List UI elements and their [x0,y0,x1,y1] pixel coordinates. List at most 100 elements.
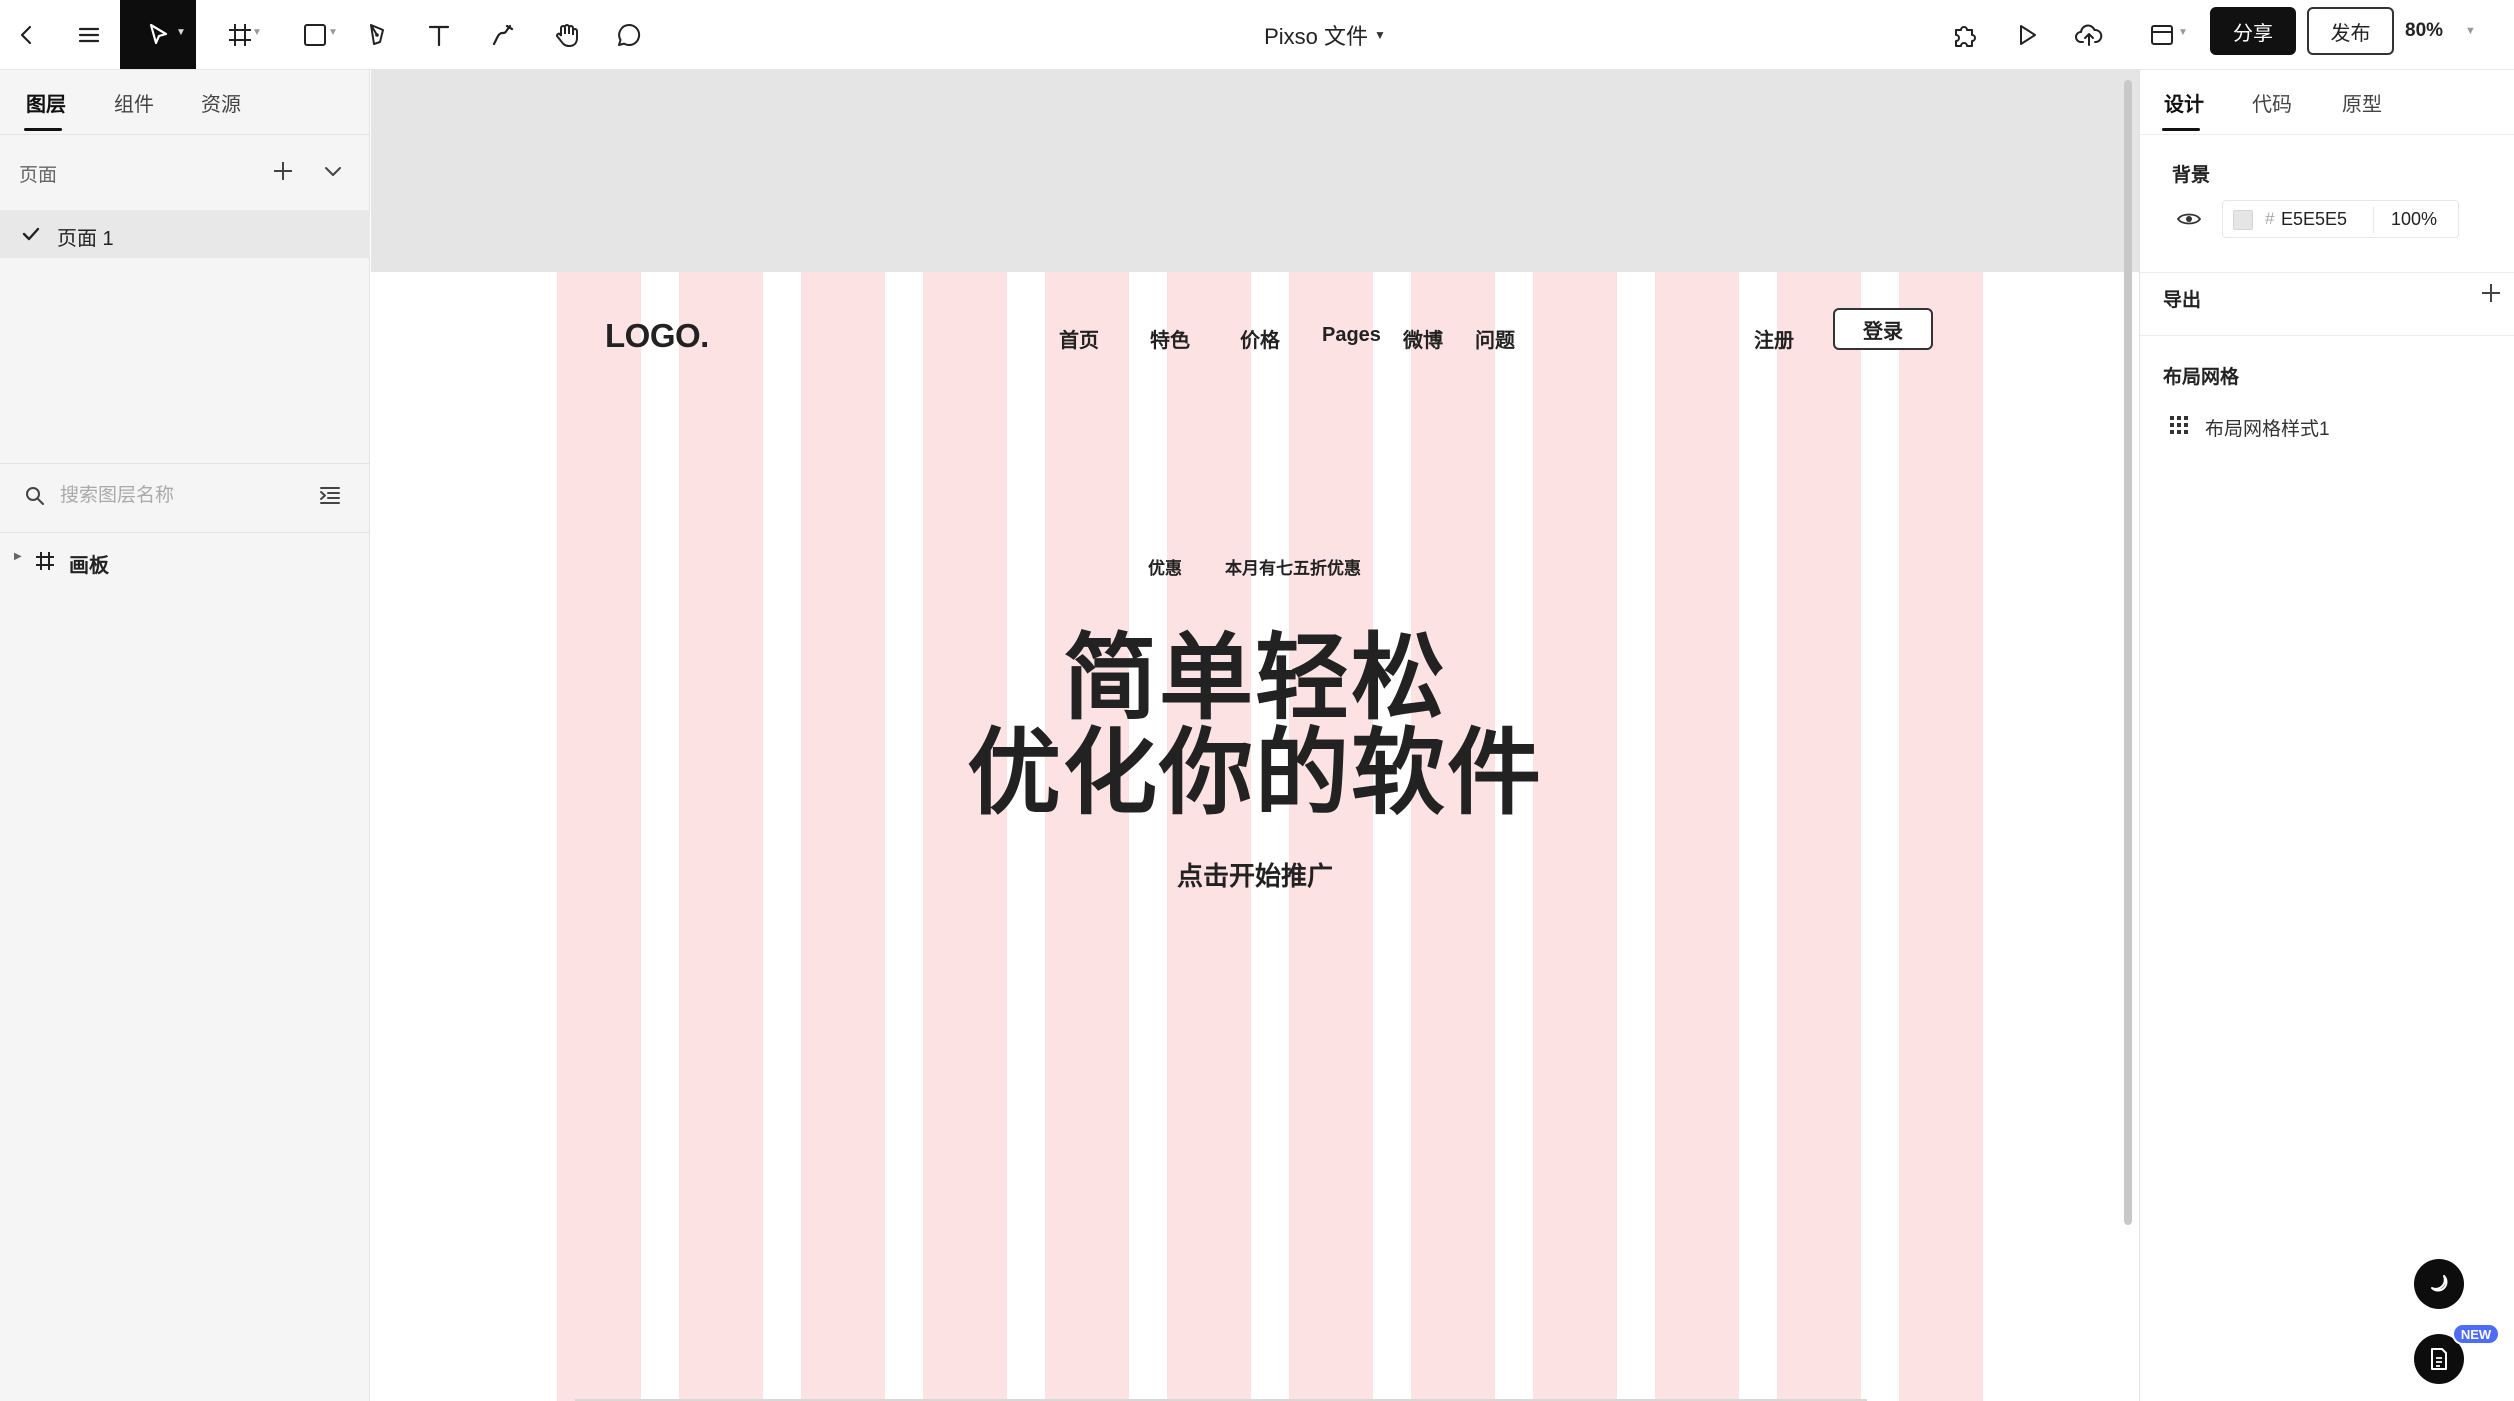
grid-icon [2170,416,2188,434]
pencil-tool-icon[interactable] [482,0,524,69]
layout-grid-style-item[interactable]: 布局网格样式1 [2140,406,2514,446]
divider [0,532,370,533]
tab-design[interactable]: 设计 [2164,88,2204,117]
active-tab-indicator [24,128,62,131]
layout-grid-column [1777,272,1861,1401]
layout-grid-column [1289,272,1373,1401]
layout-grid-column [1045,272,1129,1401]
promo-text: 本月有七五折优惠 [1225,559,1361,578]
frame-icon [36,552,54,570]
divider [2140,272,2514,273]
share-button[interactable]: 分享 [2210,7,2296,55]
layout-grid-column [923,272,1007,1401]
promo-tag: 优惠 [1148,559,1182,578]
pen-tool-icon[interactable] [356,0,398,69]
layout-button[interactable]: ▼ [2134,0,2190,69]
tab-assets[interactable]: 资源 [201,88,241,117]
move-tool-button[interactable]: ▼ [120,0,196,69]
collapse-pages-button[interactable] [318,156,348,186]
signup-link[interactable]: 注册 [1754,324,1794,353]
layer-item[interactable]: ▶ 画板 [0,541,370,581]
plugin-icon[interactable] [1944,0,1986,69]
tab-layers[interactable]: 图层 [26,88,66,117]
layer-search-input[interactable] [60,478,300,514]
nav-link-weibo[interactable]: 微博 [1403,324,1443,353]
nav-link-features[interactable]: 特色 [1150,324,1190,353]
divider [2140,335,2514,336]
hero-heading-line2: 优化你的软件 [966,720,1543,825]
layout-grid-column [1655,272,1739,1401]
layout-icon [2151,24,2173,45]
divider [0,134,370,135]
chevron-down-icon: ▼ [2465,25,2476,37]
hex-prefix: # [2265,209,2275,228]
login-button[interactable]: 登录 [1833,308,1933,350]
hand-tool-icon[interactable] [546,0,588,69]
file-title-text: Pixso 文件 [1264,23,1369,49]
comment-tool-icon[interactable] [608,0,650,69]
canvas[interactable]: LOGO. 首页 特色 价格 Pages 微博 问题 注册 登录 优惠 本月有七… [371,70,2139,1401]
layer-search [0,464,370,528]
chevron-down-icon: ▼ [1374,27,1386,42]
tab-components[interactable]: 组件 [114,88,154,117]
nav-link-pricing[interactable]: 价格 [1240,324,1280,353]
expand-arrow-icon[interactable]: ▶ [14,551,22,562]
frame-tool-icon [229,23,251,46]
moon-icon [2431,1275,2448,1292]
back-icon[interactable] [6,0,48,69]
chevron-down-icon [325,167,341,176]
frame-tool-button[interactable]: ▼ [212,0,268,69]
zoom-value: 80% [2405,20,2444,41]
filter-icon[interactable] [318,484,342,506]
export-section-title: 导出 [2163,290,2202,311]
layout-grid-section-title: 布局网格 [2163,367,2240,388]
chevron-down-icon: ▼ [252,27,262,38]
layout-grid-column [1533,272,1617,1401]
cta-link[interactable]: 点击开始推广 [371,856,2139,893]
divider [2373,207,2374,233]
eye-icon[interactable] [2176,210,2202,228]
upload-icon[interactable] [2068,0,2110,69]
document-icon [2431,1348,2447,1370]
page-item-label: 页面 1 [57,228,114,250]
check-icon [22,227,40,241]
background-hex-value[interactable]: E5E5E5 [2281,209,2347,230]
layout-grid-column [557,272,641,1401]
page-item[interactable]: 页面 1 [0,210,370,258]
left-panel: 图层 组件 资源 页面 页面 1 ▶ 画板 [0,70,370,1401]
play-icon[interactable] [2006,0,2048,69]
move-tool-icon [149,23,168,44]
right-panel: 设计 代码 原型 背景 # E5E5E5 100% 导出 布局网格 布局网格样式… [2139,70,2514,1401]
layout-grid-column [801,272,885,1401]
file-title[interactable]: Pixso 文件 ▼ [1150,0,1500,69]
layout-grid-column [1899,272,1983,1401]
chevron-down-icon: ▼ [328,27,338,38]
artboard[interactable]: LOGO. 首页 特色 价格 Pages 微博 问题 注册 登录 优惠 本月有七… [371,272,2139,1401]
tab-code[interactable]: 代码 [2252,88,2292,117]
background-color-field[interactable]: # E5E5E5 100% [2222,200,2459,238]
new-badge: NEW [2452,1323,2500,1345]
text-tool-icon[interactable] [418,0,460,69]
theme-toggle-button[interactable] [2414,1259,2464,1309]
add-page-button[interactable] [268,156,298,186]
site-logo[interactable]: LOGO. [605,317,709,355]
plus-icon[interactable] [2480,282,2502,304]
canvas-scrollbar[interactable] [2124,80,2132,1225]
tab-prototype[interactable]: 原型 [2342,88,2382,117]
publish-button[interactable]: 发布 [2307,7,2394,55]
shape-tool-button[interactable]: ▼ [290,0,340,69]
zoom-dropdown[interactable]: 80% ▼ [2405,0,2505,62]
chevron-down-icon: ▼ [176,27,186,38]
layout-grid-column [679,272,763,1401]
layer-item-label: 画板 [69,555,109,577]
divider [2140,134,2514,135]
background-opacity-value[interactable]: 100% [2391,209,2437,230]
layout-grid-column [1167,272,1251,1401]
search-icon [26,487,44,505]
nav-link-home[interactable]: 首页 [1059,324,1099,353]
nav-link-faq[interactable]: 问题 [1475,324,1515,353]
layout-grid-style-label: 布局网格样式1 [2205,419,2330,440]
menu-icon[interactable] [68,0,110,69]
nav-link-pages[interactable]: Pages [1322,324,1381,347]
color-swatch[interactable] [2233,210,2253,230]
